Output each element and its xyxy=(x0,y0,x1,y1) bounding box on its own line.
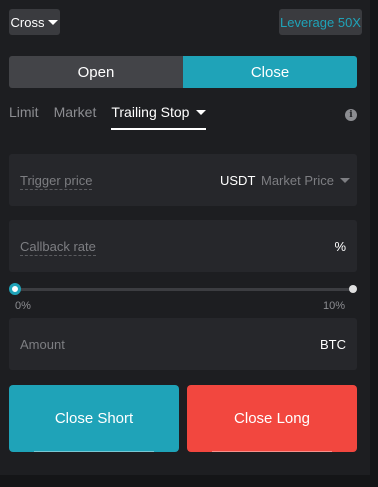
trigger-price-unit: USDT xyxy=(220,173,256,188)
callback-rate-slider[interactable] xyxy=(9,283,357,295)
close-tab-button[interactable]: Close xyxy=(183,56,357,88)
open-close-toggle: Open Close xyxy=(9,56,357,88)
amount-label: Amount xyxy=(20,337,65,352)
amount-unit: BTC xyxy=(320,337,346,352)
slider-handle[interactable] xyxy=(9,283,21,295)
close-long-button[interactable]: Close Long xyxy=(187,385,357,452)
slider-max-label: 10% xyxy=(322,300,345,312)
leverage-button[interactable]: Leverage 50X xyxy=(279,9,362,35)
panel-bottom-border xyxy=(0,475,378,487)
tab-limit[interactable]: Limit xyxy=(9,104,39,130)
callback-rate-unit: % xyxy=(334,239,346,254)
callback-rate-field[interactable]: Callback rate % xyxy=(9,220,357,272)
callback-rate-label: Callback rate xyxy=(20,239,96,256)
amount-field[interactable]: Amount BTC xyxy=(9,318,357,370)
tab-trailing-stop-label: Trailing Stop xyxy=(111,104,190,120)
margin-mode-dropdown[interactable]: Cross xyxy=(9,9,60,35)
price-type-label: Market Price xyxy=(261,173,334,188)
margin-mode-label: Cross xyxy=(10,14,45,30)
price-type-dropdown[interactable]: Market Price xyxy=(261,173,350,188)
trade-panel: Cross Leverage 50X Open Close Limit Mark… xyxy=(0,0,370,475)
panel-right-border xyxy=(370,0,378,487)
trigger-price-field[interactable]: Trigger price USDT Market Price xyxy=(9,154,357,206)
chevron-down-icon xyxy=(48,19,59,25)
close-short-button[interactable]: Close Short xyxy=(9,385,179,452)
chevron-down-icon xyxy=(339,178,350,183)
slider-end-marker xyxy=(349,285,357,293)
open-tab-button[interactable]: Open xyxy=(9,56,183,88)
slider-min-label: 0% xyxy=(15,300,31,312)
tab-market[interactable]: Market xyxy=(54,104,97,130)
chevron-down-icon xyxy=(196,110,207,115)
slider-track[interactable] xyxy=(15,288,351,291)
trigger-price-label: Trigger price xyxy=(20,173,93,190)
tab-trailing-stop[interactable]: Trailing Stop xyxy=(111,104,207,130)
info-icon[interactable]: i xyxy=(345,109,357,121)
order-type-tabs: Limit Market Trailing Stop xyxy=(9,104,221,130)
